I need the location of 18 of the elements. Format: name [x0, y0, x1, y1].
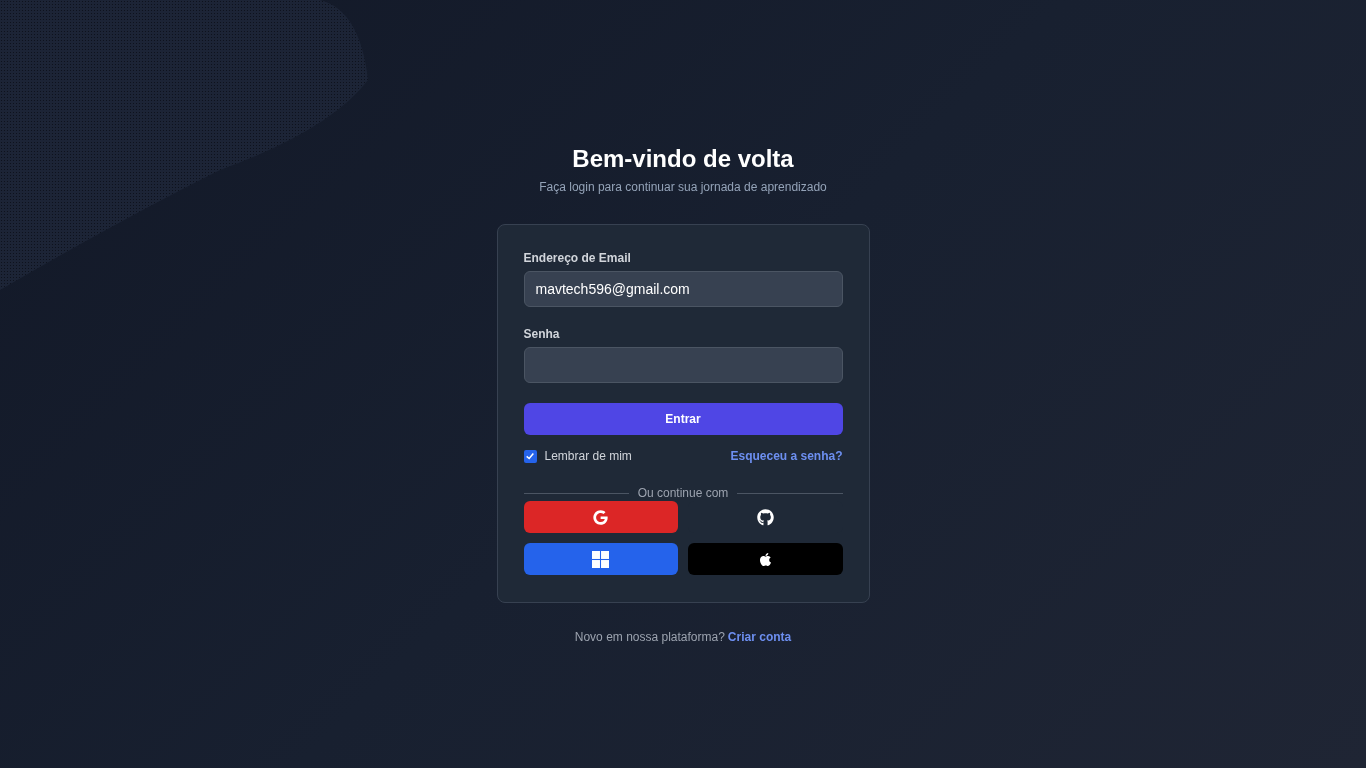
remember-me-label: Lembrar de mim: [544, 448, 632, 464]
sign-in-button[interactable]: Entrar: [523, 403, 843, 435]
github-icon: [756, 508, 774, 526]
page-subtitle: Faça login para continuar sua jornada de aprendizado: [539, 179, 827, 195]
forgot-password-link[interactable]: Esqueceu a senha?: [730, 448, 843, 464]
field-label: Senha: [523, 326, 560, 342]
google-icon: [593, 509, 609, 525]
windows-login-button[interactable]: [523, 543, 678, 575]
apple-icon: [757, 551, 773, 567]
signup-prompt: Novo em nossa plataforma?: [574, 629, 725, 645]
field-label: Endereço de Email: [523, 250, 631, 266]
email-field[interactable]: mavtech596@gmail.com: [523, 271, 843, 307]
page-title: Bem-vindo de volta: [572, 144, 794, 174]
windows-icon: [592, 550, 610, 568]
password-field[interactable]: [523, 347, 843, 383]
checkbox[interactable]: [523, 449, 537, 463]
create-account-link[interactable]: Criar conta: [727, 629, 792, 645]
divider-text: Ou continue com: [636, 485, 730, 501]
